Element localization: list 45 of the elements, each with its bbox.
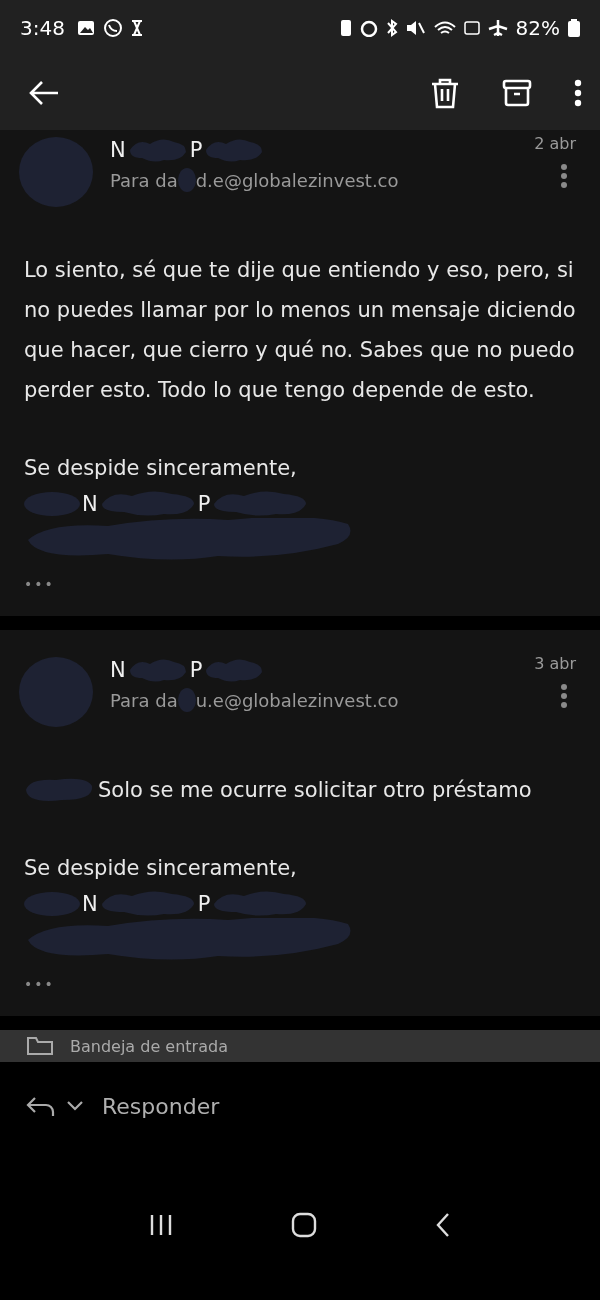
show-quoted-text-button[interactable]: ••• xyxy=(24,976,55,992)
sender-name: N xyxy=(110,658,126,682)
redaction-scribble xyxy=(127,137,188,163)
redaction-scribble xyxy=(127,657,188,683)
recipient-text: Para da xyxy=(110,689,178,711)
chevron-left-icon xyxy=(435,1212,451,1238)
closing-text: Se despide sinceramente, xyxy=(24,855,298,882)
bluetooth-icon xyxy=(385,19,398,37)
message-date: 3 abr xyxy=(534,654,576,673)
folder-name: Bandeja de entrada xyxy=(70,1036,228,1056)
clock-time: 3:48 xyxy=(20,16,65,40)
battery-percentage: 82% xyxy=(515,16,560,40)
signature-name: N xyxy=(82,892,98,916)
chevron-down-icon xyxy=(66,1100,84,1112)
muted-speaker-icon xyxy=(405,20,426,36)
message-text: Lo siento, sé que te dije que entiendo y eso, pero, si no puedes llamar por lo menos un mensaje diciendo que hacer, que cierro y qué no. Sabes que no puedo perder esto. Todo lo que tengo depende de esto. xyxy=(24,257,576,404)
closing-text: Se despide sinceramente, xyxy=(24,455,298,482)
folder-icon xyxy=(26,1036,54,1056)
redaction-scribble xyxy=(204,137,265,163)
recipient-email: d.e@globalezinvest.co xyxy=(195,169,399,191)
sender-name: P xyxy=(189,658,203,682)
hourglass-icon xyxy=(130,19,143,37)
wifi-icon xyxy=(433,21,456,35)
vertical-dots-icon xyxy=(560,163,568,189)
gallery-icon xyxy=(76,20,95,36)
airplane-icon xyxy=(487,19,508,37)
reply-button[interactable]: Responder xyxy=(20,1092,226,1120)
show-quoted-text-button[interactable]: ••• xyxy=(24,576,55,592)
vertical-dots-icon xyxy=(560,683,568,709)
recipient-email: u.e@globalezinvest.co xyxy=(195,689,399,711)
battery-icon xyxy=(568,19,580,37)
reply-arrow-icon xyxy=(26,1095,56,1117)
redaction-scribble xyxy=(177,688,196,712)
signature-name: P xyxy=(197,492,211,516)
recipient-text: Para da xyxy=(110,169,178,191)
sender-name: P xyxy=(189,138,203,162)
three-bars-icon xyxy=(149,1213,173,1237)
message-date: 2 abr xyxy=(534,134,576,153)
redaction-scribble xyxy=(204,657,265,683)
message-text: Solo se me ocurre solicitar otro préstamo xyxy=(98,777,532,804)
signature-name: P xyxy=(197,892,211,916)
signature-name: N xyxy=(82,492,98,516)
sender-name: N xyxy=(110,138,126,162)
redaction-scribble xyxy=(177,168,196,192)
chat-bubble-icon xyxy=(102,18,123,38)
